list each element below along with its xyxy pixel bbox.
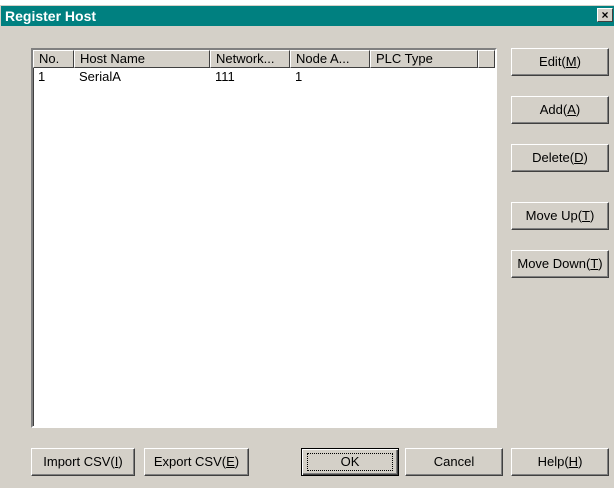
cancel-button[interactable]: Cancel bbox=[405, 448, 503, 476]
title-bar[interactable]: Register Host × bbox=[1, 6, 614, 26]
host-list[interactable]: No. Host Name Network... Node A... PLC T… bbox=[31, 48, 497, 428]
column-header-no[interactable]: No. bbox=[33, 50, 74, 68]
close-icon: × bbox=[601, 8, 609, 22]
column-header-network[interactable]: Network... bbox=[210, 50, 290, 68]
export-csv-button[interactable]: Export CSV(E) bbox=[144, 448, 249, 476]
delete-button[interactable]: Delete(D) bbox=[511, 144, 609, 172]
add-button[interactable]: Add(A) bbox=[511, 96, 609, 124]
import-csv-button-label: Import CSV(I) bbox=[43, 454, 123, 469]
cell-node-address: 1 bbox=[295, 69, 303, 84]
column-header-filler bbox=[478, 50, 495, 68]
focus-rectangle bbox=[307, 453, 393, 471]
import-csv-button[interactable]: Import CSV(I) bbox=[31, 448, 135, 476]
column-header-node-address[interactable]: Node A... bbox=[290, 50, 370, 68]
cell-host-name: SerialA bbox=[79, 69, 121, 84]
cell-network: 111 bbox=[215, 69, 235, 84]
cell-no: 1 bbox=[38, 69, 46, 84]
table-row[interactable]: 1 SerialA 111 1 bbox=[33, 69, 495, 85]
help-button-label: Help(H) bbox=[537, 454, 583, 469]
column-header-host-name[interactable]: Host Name bbox=[74, 50, 210, 68]
register-host-dialog: Register Host × No. Host Name Network...… bbox=[0, 5, 614, 488]
column-header-plc-type[interactable]: PLC Type bbox=[370, 50, 478, 68]
move-down-button[interactable]: Move Down(T) bbox=[511, 250, 609, 278]
move-up-button[interactable]: Move Up(T) bbox=[511, 202, 609, 230]
move-up-button-label: Move Up(T) bbox=[525, 208, 595, 223]
close-button[interactable]: × bbox=[597, 8, 613, 22]
ok-button[interactable]: OK bbox=[301, 448, 399, 476]
list-header: No. Host Name Network... Node A... PLC T… bbox=[33, 50, 495, 68]
export-csv-button-label: Export CSV(E) bbox=[153, 454, 240, 469]
edit-button-label: Edit(M) bbox=[539, 54, 581, 69]
help-button[interactable]: Help(H) bbox=[511, 448, 609, 476]
edit-button[interactable]: Edit(M) bbox=[511, 48, 609, 76]
add-button-label: Add(A) bbox=[539, 102, 581, 117]
move-down-button-label: Move Down(T) bbox=[517, 256, 603, 271]
dialog-title: Register Host bbox=[5, 8, 97, 24]
cancel-button-label: Cancel bbox=[433, 454, 475, 469]
delete-button-label: Delete(D) bbox=[532, 150, 588, 165]
